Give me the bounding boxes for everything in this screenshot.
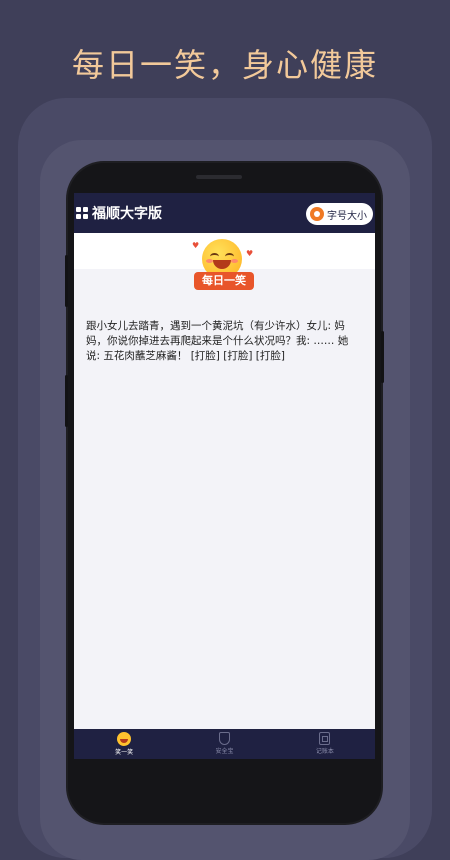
- smile-face-icon: [117, 732, 132, 746]
- daily-laugh-badge: ♥ ♥ 每日一笑: [188, 239, 258, 297]
- promo-headline: 每日一笑，身心健康: [71, 46, 378, 84]
- heart-icon: ♥: [192, 241, 200, 250]
- gear-icon: [310, 207, 324, 221]
- heart-icon: ♥: [246, 249, 254, 258]
- grid-icon: [76, 207, 88, 219]
- app-title: 福顺大字版: [92, 206, 162, 222]
- app-screen: 福顺大字版 字号大小 ♥ ♥ 每日一笑 跟小女儿去踏青，遇到一个黄泥坑（有少许水…: [74, 193, 375, 759]
- app-header: 福顺大字版 字号大小: [74, 193, 375, 233]
- notebook-icon: [319, 732, 331, 745]
- font-size-button[interactable]: 字号大小: [306, 203, 373, 225]
- phone-power-button: [381, 331, 384, 383]
- shield-icon: [218, 732, 230, 745]
- tab-notebook[interactable]: 记账本: [275, 729, 375, 759]
- font-size-button-label: 字号大小: [327, 210, 367, 222]
- tab-smile[interactable]: 笑一笑: [74, 729, 174, 759]
- joke-text: 跟小女儿去踏青，遇到一个黄泥坑（有少许水）女儿: 妈妈，你说你掉进去再爬起来是个…: [86, 320, 349, 362]
- tab-security[interactable]: 安全宝: [174, 729, 274, 759]
- daily-laugh-tag: 每日一笑: [194, 272, 254, 290]
- bottom-tab-bar: 笑一笑 安全宝 记账本: [74, 729, 375, 759]
- phone-speaker: [196, 175, 242, 179]
- phone-volume-button: [65, 375, 68, 427]
- tab-label: 笑一笑: [115, 749, 134, 756]
- phone-volume-button: [65, 255, 68, 307]
- tab-label: 记账本: [315, 748, 334, 755]
- phone-frame: 福顺大字版 字号大小 ♥ ♥ 每日一笑 跟小女儿去踏青，遇到一个黄泥坑（有少许水…: [65, 163, 384, 823]
- tab-label: 安全宝: [215, 748, 234, 755]
